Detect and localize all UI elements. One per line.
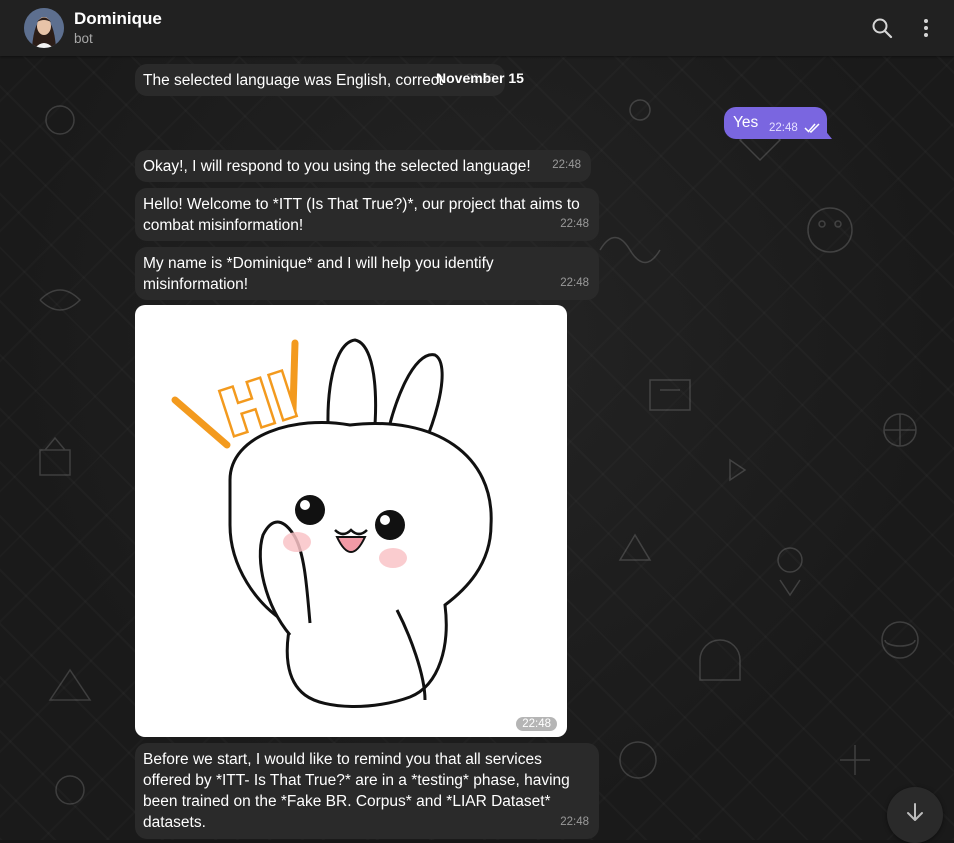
chat-title: Dominique [74,9,162,28]
sticker-message[interactable]: HI 22:48 [135,305,567,737]
bubble-tail [824,129,832,139]
date-separator: November 15 [436,70,524,86]
message-text: Okay!, I will respond to you using the s… [143,158,531,175]
scroll-down-button[interactable] [887,787,943,843]
message-text: My name is *Dominique* and I will help y… [143,255,494,293]
avatar-image [24,8,64,48]
arrow-down-icon [907,803,923,821]
message-time: 22:48 [560,816,589,828]
message-bubble-outgoing[interactable]: Yes 22:48 [724,107,832,139]
search-icon[interactable] [870,16,894,40]
message-bubble-incoming[interactable]: Okay!, I will respond to you using the s… [135,150,591,182]
double-check-icon [804,121,822,139]
message-text: Hello! Welcome to *ITT (Is That True?)*,… [143,196,580,234]
chat-subtitle: bot [74,31,93,46]
message-bubble-incoming[interactable]: My name is *Dominique* and I will help y… [135,247,599,300]
message-bubble-incoming[interactable]: Hello! Welcome to *ITT (Is That True?)*,… [135,188,599,241]
bunny-hi-sticker: HI [171,338,493,708]
message-text: Before we start, I would like to remind … [143,751,570,831]
avatar[interactable] [24,8,64,48]
message-text: The selected language was English, corre… [143,72,443,89]
message-time: 22:48 [516,717,557,731]
message-time: 22:48 [560,277,589,289]
message-time: 22:48 [769,122,798,134]
message-bubble-incoming[interactable]: Before we start, I would like to remind … [135,743,599,839]
more-vert-icon[interactable] [914,16,938,40]
chat-header[interactable]: Dominique bot [0,0,954,56]
message-time: 22:48 [560,218,589,230]
message-text: Yes [733,114,759,131]
message-time: 22:48 [552,159,581,171]
